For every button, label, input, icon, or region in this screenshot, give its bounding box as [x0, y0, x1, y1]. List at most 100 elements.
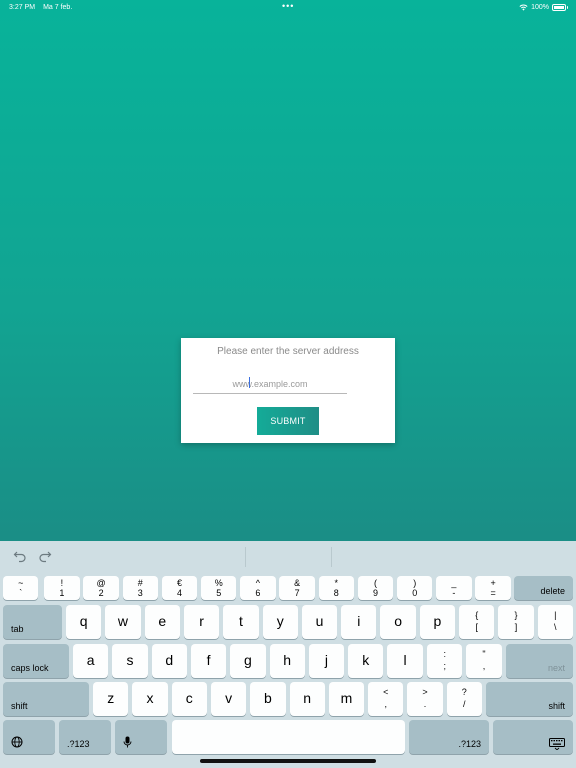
battery-percent: 100% [531, 3, 549, 11]
key-shift-char: < [383, 687, 389, 697]
key-p[interactable]: p [419, 605, 456, 639]
key-symbol[interactable]: {[ [459, 605, 495, 639]
key-char: 8 [333, 588, 339, 598]
key-d[interactable]: d [151, 644, 187, 678]
key-symbol[interactable]: :; [427, 644, 463, 678]
key-h[interactable]: h [269, 644, 305, 678]
key-sym[interactable]: ~ ` [3, 576, 39, 600]
key-char: 4 [176, 588, 182, 598]
key-r[interactable]: r [183, 605, 220, 639]
key-char: - [452, 588, 456, 598]
key-char: ` [19, 588, 23, 598]
caps-lock-label: caps lock [11, 663, 49, 673]
status-date: Ma 7 feb. [43, 3, 73, 11]
key-q[interactable]: q [66, 605, 102, 639]
key-8[interactable]: * 8 [318, 576, 354, 600]
space-bar[interactable] [172, 720, 405, 754]
key-shift-char: ^ [255, 578, 260, 588]
key-z[interactable]: z [93, 682, 129, 716]
key-letter: c [185, 690, 193, 706]
key-a[interactable]: a [73, 644, 109, 678]
key-symbol[interactable]: ", [466, 644, 502, 678]
numbers-key-right[interactable]: .?123 [409, 720, 489, 754]
key-sym[interactable]: _ - [436, 576, 472, 600]
key-y[interactable]: y [262, 605, 298, 639]
keyboard-shortcut-bar [0, 541, 576, 572]
numbers-label: .?123 [67, 739, 90, 749]
key-symbol[interactable]: | \ [537, 605, 573, 639]
shift-left-key[interactable]: shift [3, 682, 89, 716]
redo-icon[interactable] [38, 549, 52, 563]
undo-icon[interactable] [13, 549, 27, 563]
key-letter: l [403, 652, 407, 668]
key-i[interactable]: i [341, 605, 377, 639]
key-symbol[interactable]: >. [407, 682, 443, 716]
key-symbol[interactable]: ? / [446, 682, 482, 716]
multitasking-dots[interactable]: ••• [282, 2, 294, 11]
key-v[interactable]: v [210, 682, 247, 716]
key-letter: e [158, 613, 167, 629]
key-symbol[interactable]: }] [498, 605, 534, 639]
key-letter: m [340, 690, 353, 706]
tab-key[interactable]: tab [3, 605, 62, 639]
dictation-key[interactable] [115, 720, 167, 754]
key-2[interactable]: @2 [83, 576, 119, 600]
status-time: 3:27 PM [9, 3, 36, 11]
key-letter: s [126, 652, 134, 668]
key-char: 9 [372, 588, 378, 598]
on-screen-keyboard: ~ `! 1 @2 #3 €4% 5 ^ 6 & 7 * 8(9) 0 _ - + = delete tab q w e r t… [0, 541, 576, 768]
key-l[interactable]: l [387, 644, 423, 678]
key-t[interactable]: t [223, 605, 259, 639]
key-1[interactable]: ! 1 [44, 576, 80, 600]
shift-label: shift [548, 701, 565, 711]
microphone-icon [123, 736, 132, 748]
key-4[interactable]: €4 [161, 576, 198, 600]
text-caret [249, 377, 250, 388]
key-letter: w [117, 613, 129, 629]
next-key[interactable]: next [506, 644, 573, 678]
key-g[interactable]: g [230, 644, 266, 678]
key-n[interactable]: n [289, 682, 325, 716]
key-f[interactable]: f [190, 644, 227, 678]
key-letter: x [146, 690, 154, 706]
key-char: 3 [137, 588, 143, 598]
key-shift-char: " [482, 649, 486, 659]
key-u[interactable]: u [301, 605, 338, 639]
numbers-key-left[interactable]: .?123 [59, 720, 111, 754]
key-o[interactable]: o [380, 605, 416, 639]
key-b[interactable]: b [250, 682, 286, 716]
key-shift-char: } [514, 610, 518, 620]
key-shift-char: ) [413, 578, 417, 588]
key-letter: i [357, 613, 361, 629]
globe-key[interactable] [3, 720, 55, 754]
key-9[interactable]: (9 [357, 576, 394, 600]
hide-keyboard-key[interactable] [493, 720, 573, 754]
key-m[interactable]: m [328, 682, 365, 716]
key-e[interactable]: e [144, 605, 180, 639]
key-7[interactable]: & 7 [279, 576, 315, 600]
submit-button[interactable]: SUBMIT [257, 407, 319, 435]
key-3[interactable]: #3 [122, 576, 158, 600]
key-0[interactable]: ) 0 [397, 576, 433, 600]
caps-lock-key[interactable]: caps lock [3, 644, 69, 678]
key-c[interactable]: c [171, 682, 207, 716]
key-shift-char: ( [373, 578, 377, 588]
key-s[interactable]: s [112, 644, 148, 678]
key-w[interactable]: w [105, 605, 141, 639]
key-k[interactable]: k [348, 644, 384, 678]
key-j[interactable]: j [308, 644, 345, 678]
delete-key[interactable]: delete [514, 576, 573, 600]
key-x[interactable]: x [132, 682, 168, 716]
key-symbol[interactable]: <, [368, 682, 404, 716]
key-6[interactable]: ^ 6 [240, 576, 276, 600]
server-address-input[interactable] [193, 374, 347, 394]
server-address-dialog: Please enter the server address SUBMIT [181, 338, 395, 443]
key-sym[interactable]: + = [475, 576, 511, 600]
key-char: \ [554, 622, 557, 632]
key-letter: g [243, 652, 252, 668]
key-shift-char: ~ [18, 578, 24, 588]
key-char: 2 [98, 588, 104, 598]
key-5[interactable]: % 5 [201, 576, 237, 600]
key-shift-char: % [214, 578, 223, 588]
shift-right-key[interactable]: shift [486, 682, 573, 716]
